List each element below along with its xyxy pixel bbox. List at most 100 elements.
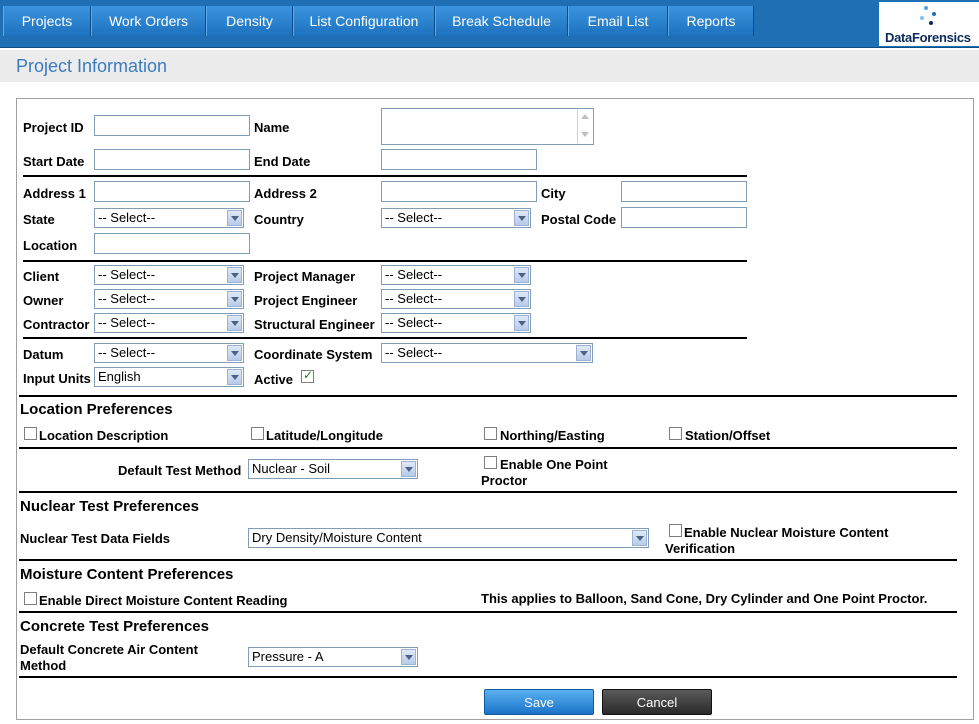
nuclear-test-preferences-title: Nuclear Test Preferences	[20, 498, 199, 515]
section-divider	[23, 175, 747, 177]
latitude-longitude-checkbox[interactable]	[251, 427, 264, 440]
nuclear-test-data-fields-select-value: Dry Density/Moisture Content	[252, 530, 422, 545]
station-offset-checkbox[interactable]	[669, 427, 682, 440]
input-units-select-value: English	[98, 369, 141, 384]
chevron-down-icon[interactable]	[632, 530, 647, 546]
chevron-down-icon[interactable]	[514, 267, 529, 283]
chevron-down-icon[interactable]	[227, 369, 242, 385]
nav-break-schedule[interactable]: Break Schedule	[435, 6, 568, 36]
chevron-down-icon[interactable]	[227, 291, 242, 307]
enable-one-point-proctor-label-2: Proctor	[481, 473, 528, 488]
project-engineer-select-value: -- Select--	[385, 291, 443, 306]
project-id-label: Project ID	[23, 120, 84, 135]
project-manager-label: Project Manager	[254, 269, 356, 284]
concrete-air-content-method-select-value: Pressure - A	[252, 649, 324, 664]
nav-density[interactable]: Density	[206, 6, 293, 36]
client-label: Client	[23, 269, 60, 284]
address1-input[interactable]	[94, 181, 250, 202]
owner-select[interactable]: -- Select--	[94, 289, 244, 309]
nav-reports[interactable]: Reports	[668, 6, 754, 36]
chevron-down-icon[interactable]	[576, 345, 591, 361]
default-test-method-label: Default Test Method	[118, 463, 242, 478]
address2-input[interactable]	[381, 181, 537, 202]
default-test-method-select-value: Nuclear - Soil	[252, 461, 331, 476]
nav-work-orders[interactable]: Work Orders	[91, 6, 206, 36]
enable-direct-moisture-checkbox[interactable]	[24, 592, 37, 605]
client-select-value: -- Select--	[98, 267, 156, 282]
end-date-input[interactable]	[381, 149, 537, 170]
owner-select-value: -- Select--	[98, 291, 156, 306]
section-divider	[19, 676, 957, 678]
active-checkbox[interactable]	[301, 368, 314, 383]
chevron-down-icon[interactable]	[401, 649, 416, 665]
cancel-button[interactable]: Cancel	[602, 689, 712, 715]
scroll-up-icon[interactable]	[581, 114, 589, 119]
enable-nuclear-moisture-verification-checkbox[interactable]	[669, 524, 682, 537]
latitude-longitude-label: Latitude/Longitude	[266, 428, 383, 443]
structural-engineer-select[interactable]: -- Select--	[381, 313, 531, 333]
default-test-method-select[interactable]: Nuclear - Soil	[248, 459, 418, 479]
project-engineer-label: Project Engineer	[254, 293, 358, 308]
country-select[interactable]: -- Select--	[381, 208, 531, 228]
page-title: Project Information	[16, 56, 168, 76]
default-concrete-air-content-label-2: Method	[20, 658, 67, 673]
location-preferences-title: Location Preferences	[20, 401, 173, 418]
client-select[interactable]: -- Select--	[94, 265, 244, 285]
nav-email-list[interactable]: Email List	[568, 6, 668, 36]
coordinate-system-label: Coordinate System	[254, 347, 373, 362]
project-manager-select[interactable]: -- Select--	[381, 265, 531, 285]
top-navigation-bar: Projects Work Orders Density List Config…	[0, 0, 979, 48]
section-divider	[19, 395, 957, 397]
northing-easting-checkbox[interactable]	[484, 427, 497, 440]
logo-dot-icon	[924, 6, 928, 10]
chevron-down-icon[interactable]	[514, 315, 529, 331]
contractor-select-value: -- Select--	[98, 315, 156, 330]
dataforensics-logo: DataForensics	[879, 2, 979, 46]
enable-one-point-proctor-label: Enable One Point	[500, 457, 608, 472]
name-textarea[interactable]	[381, 108, 594, 145]
chevron-down-icon[interactable]	[401, 461, 416, 477]
project-id-input[interactable]	[94, 115, 250, 136]
project-engineer-select[interactable]: -- Select--	[381, 289, 531, 309]
location-input[interactable]	[94, 233, 250, 254]
moisture-applies-note: This applies to Balloon, Sand Cone, Dry …	[481, 591, 928, 606]
coordinate-system-select[interactable]: -- Select--	[381, 343, 593, 363]
chevron-down-icon[interactable]	[227, 210, 242, 226]
nuclear-test-data-fields-select[interactable]: Dry Density/Moisture Content	[248, 528, 649, 548]
location-description-checkbox[interactable]	[24, 427, 37, 440]
postal-code-input[interactable]	[621, 207, 747, 228]
country-select-value: -- Select--	[385, 210, 443, 225]
logo-dot-icon	[929, 21, 933, 25]
logo-text: DataForensics	[885, 30, 971, 45]
chevron-down-icon[interactable]	[227, 267, 242, 283]
state-select[interactable]: -- Select--	[94, 208, 244, 228]
start-date-input[interactable]	[94, 149, 250, 170]
country-label: Country	[254, 212, 304, 227]
address1-label: Address 1	[23, 186, 86, 201]
concrete-air-content-method-select[interactable]: Pressure - A	[248, 647, 418, 667]
coordinate-system-select-value: -- Select--	[385, 345, 443, 360]
nav-list-configuration[interactable]: List Configuration	[293, 6, 435, 36]
nuclear-test-data-fields-label: Nuclear Test Data Fields	[20, 531, 171, 546]
enable-nuclear-moisture-verification-label-2: Verification	[665, 541, 736, 556]
city-input[interactable]	[621, 181, 747, 202]
chevron-down-icon[interactable]	[227, 315, 242, 331]
save-button[interactable]: Save	[484, 689, 594, 715]
scroll-down-icon[interactable]	[581, 132, 589, 137]
postal-code-label: Postal Code	[541, 212, 617, 227]
textarea-scrollbar[interactable]	[577, 110, 592, 143]
input-units-select[interactable]: English	[94, 367, 244, 387]
section-divider	[19, 559, 957, 561]
structural-engineer-select-value: -- Select--	[385, 315, 443, 330]
datum-select[interactable]: -- Select--	[94, 343, 244, 363]
chevron-down-icon[interactable]	[227, 345, 242, 361]
page-header: Project Information	[0, 50, 979, 82]
northing-easting-label: Northing/Easting	[500, 428, 605, 443]
chevron-down-icon[interactable]	[514, 291, 529, 307]
input-units-label: Input Units	[23, 371, 91, 386]
contractor-select[interactable]: -- Select--	[94, 313, 244, 333]
state-label: State	[23, 212, 55, 227]
chevron-down-icon[interactable]	[514, 210, 529, 226]
nav-projects[interactable]: Projects	[3, 6, 91, 36]
enable-one-point-proctor-checkbox[interactable]	[484, 456, 497, 469]
